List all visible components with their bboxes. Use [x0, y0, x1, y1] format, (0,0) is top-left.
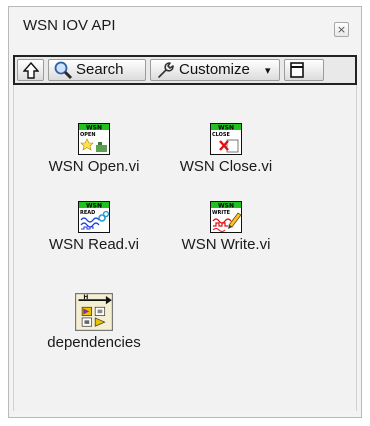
palette-content: WSN OPEN WSN Open.vi WSN CLOSE WSN Close… [13, 85, 357, 411]
customize-button[interactable]: Customize ▾ [150, 59, 280, 81]
wrench-icon [158, 62, 174, 78]
vi-tag: CLOSE [212, 132, 231, 138]
close-icon: × [336, 23, 347, 36]
wsn-write-vi-icon: WSN WRITE [210, 201, 242, 233]
wsn-read-vi-icon: WSN READ [78, 201, 110, 233]
palette-window: WSN IOV API × Search Customize ▾ WSN OPE… [8, 6, 362, 418]
vi-badge: WSN [218, 125, 234, 132]
vi-item-dependencies[interactable]: H dependencies [29, 293, 159, 351]
palette-view-button[interactable] [284, 59, 324, 81]
title-bar: WSN IOV API × [9, 7, 361, 43]
window-title: WSN IOV API [23, 17, 116, 34]
search-label: Search [76, 61, 124, 78]
vi-tag: OPEN [80, 132, 96, 138]
vi-tag: READ [80, 210, 95, 216]
wsn-open-vi-icon: WSN OPEN [78, 123, 110, 155]
vi-item-wsn-close[interactable]: WSN CLOSE WSN Close.vi [161, 123, 291, 175]
vi-label: WSN Open.vi [48, 158, 140, 175]
vi-item-wsn-open[interactable]: WSN OPEN WSN Open.vi [29, 123, 159, 175]
search-icon [54, 61, 73, 80]
palette-view-icon [290, 62, 304, 78]
vi-item-wsn-write[interactable]: WSN WRITE WSN Write.vi [161, 201, 291, 253]
vi-label: WSN Write.vi [181, 236, 271, 253]
vi-badge: WSN [218, 203, 234, 210]
vi-badge: WSN [86, 125, 102, 132]
dependencies-folder-icon: H [75, 293, 113, 331]
toolbar: Search Customize ▾ [13, 55, 357, 85]
vi-label: WSN Close.vi [179, 158, 273, 175]
up-level-button[interactable] [17, 59, 44, 81]
vi-tag: WRITE [212, 210, 231, 216]
wsn-close-vi-icon: WSN CLOSE [210, 123, 242, 155]
customize-label: Customize [179, 61, 250, 78]
chevron-down-icon: ▾ [265, 65, 271, 77]
vi-label: dependencies [47, 334, 141, 351]
close-button[interactable]: × [334, 22, 349, 37]
vi-badge: WSN [86, 203, 102, 210]
search-button[interactable]: Search [48, 59, 146, 81]
up-arrow-icon [21, 61, 40, 79]
vi-item-wsn-read[interactable]: WSN READ WSN Read.vi [29, 201, 159, 253]
svg-text:H: H [83, 294, 88, 301]
vi-label: WSN Read.vi [48, 236, 140, 253]
